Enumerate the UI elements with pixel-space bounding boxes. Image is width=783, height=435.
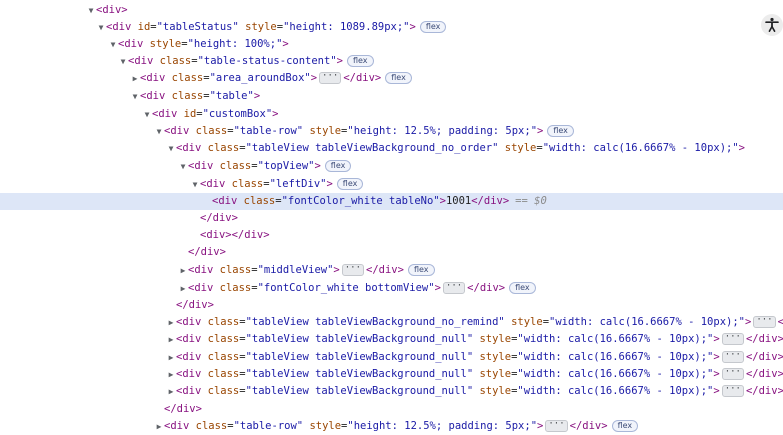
accessibility-button[interactable]	[761, 14, 783, 36]
collapsed-triangle-icon[interactable]: ▶	[166, 383, 176, 400]
expand-triangle-icon[interactable]: ▼	[108, 36, 118, 53]
dom-node-markup: <div class="table-status-content"> flex	[128, 55, 374, 67]
dom-node-row[interactable]: </div>	[0, 297, 783, 314]
dom-node-markup: <div style="height: 100%;">	[118, 38, 289, 50]
dom-node-row[interactable]: ▶ <div class="tableView tableViewBackgrou…	[0, 349, 783, 366]
dom-node-markup: </div>	[188, 246, 226, 258]
collapsed-triangle-icon[interactable]: ▶	[178, 262, 188, 279]
dom-node-row[interactable]: ▼ <div class="tableView tableViewBackgrou…	[0, 140, 783, 157]
expand-triangle-icon[interactable]: ▼	[190, 176, 200, 193]
dom-node-markup: <div id="customBox">	[152, 108, 279, 120]
dom-node-markup: <div class="tableView tableViewBackgroun…	[176, 315, 783, 328]
dom-node-markup: <div class="tableView tableViewBackgroun…	[176, 384, 783, 397]
dom-node-row[interactable]: ▼ <div class="table">	[0, 88, 783, 105]
dom-node-row[interactable]: ▼ <div class="table-row" style="height: 1…	[0, 123, 783, 140]
dom-node-row[interactable]: ▼ <div class="topView"> flex	[0, 158, 783, 175]
dom-node-row[interactable]: ▶ <div class="tableView tableViewBackgrou…	[0, 383, 783, 400]
collapsed-triangle-icon[interactable]: ▶	[166, 349, 176, 366]
dom-node-row-selected[interactable]: <div class="fontColor_white tableNo">100…	[0, 193, 783, 210]
dom-node-row[interactable]: ▼ <div style="height: 100%;">	[0, 36, 783, 53]
dom-node-row[interactable]: ▼ <div>	[0, 2, 783, 19]
collapsed-triangle-icon[interactable]: ▶	[130, 70, 140, 87]
dom-node-markup: <div class="tableView tableViewBackgroun…	[176, 142, 745, 154]
dom-node-markup: <div class="table-row" style="height: 12…	[164, 125, 574, 137]
dom-node-markup: <div id="tableStatus" style="height: 108…	[106, 21, 447, 33]
collapsed-triangle-icon[interactable]: ▶	[154, 418, 164, 435]
expand-triangle-icon[interactable]: ▼	[142, 106, 152, 123]
dom-node-markup: <div class="table-row" style="height: 12…	[164, 420, 639, 432]
collapsed-triangle-icon[interactable]: ▶	[166, 314, 176, 331]
dom-node-row[interactable]: ▼ <div class="leftDiv"> flex	[0, 176, 783, 193]
dom-node-row[interactable]: ▶ <div class="middleView"> ··· </div> flex	[0, 262, 783, 279]
dom-node-row[interactable]: ▶ <div class="area_aroundBox"> ··· </div> fl…	[0, 70, 783, 87]
dom-node-row[interactable]: ▼ <div class="table-status-content"> flex	[0, 53, 783, 70]
dom-node-markup: <div class="table">	[140, 90, 261, 102]
accessibility-icon	[762, 15, 782, 35]
dom-node-row[interactable]: ▼ <div id="customBox">	[0, 106, 783, 123]
collapsed-triangle-icon[interactable]: ▶	[178, 280, 188, 297]
collapsed-triangle-icon[interactable]: ▶	[166, 366, 176, 383]
expand-triangle-icon[interactable]: ▼	[154, 123, 164, 140]
dom-node-row[interactable]: ▶ <div class="tableView tableViewBackgrou…	[0, 314, 783, 331]
dom-node-markup: <div class="area_aroundBox"> ··· </div> fle…	[140, 72, 412, 84]
dom-node-markup: <div class="tableView tableViewBackgroun…	[176, 367, 783, 380]
dom-node-row[interactable]: </div>	[0, 210, 783, 227]
dom-node-markup: <div class="middleView"> ··· </div> flex	[188, 264, 435, 276]
dom-node-markup: <div class="fontColor_white tableNo">100…	[212, 195, 547, 207]
expand-triangle-icon[interactable]: ▼	[96, 19, 106, 36]
expand-triangle-icon[interactable]: ▼	[130, 88, 140, 105]
dom-node-markup: <div>	[96, 4, 128, 16]
dom-node-row[interactable]: ▶ <div class="table-row" style="height: 1…	[0, 418, 783, 435]
dom-node-row[interactable]: ▼ <div id="tableStatus" style="height: 10…	[0, 19, 783, 36]
dom-node-markup: </div>	[164, 403, 202, 415]
dom-node-markup: <div class="tableView tableViewBackgroun…	[176, 350, 783, 363]
dom-node-row[interactable]: <div></div>	[0, 227, 783, 244]
dom-node-markup: </div>	[200, 212, 238, 224]
dom-node-markup: <div class="leftDiv"> flex	[200, 178, 364, 190]
expand-triangle-icon[interactable]: ▼	[118, 53, 128, 70]
dom-node-markup: </div>	[176, 299, 214, 311]
expand-triangle-icon[interactable]: ▼	[178, 158, 188, 175]
dom-tree: ▼ <div> ▼ <div id="tableStatus" style="hei…	[0, 0, 783, 433]
dom-node-row[interactable]: ▶ <div class="tableView tableViewBackgrou…	[0, 331, 783, 348]
expand-triangle-icon[interactable]: ▼	[166, 140, 176, 157]
dom-node-markup: <div></div>	[200, 229, 270, 241]
dom-node-row[interactable]: </div>	[0, 401, 783, 418]
dom-node-row[interactable]: ▶ <div class="fontColor_white bottomView"…	[0, 280, 783, 297]
dom-node-markup: <div class="fontColor_white bottomView">…	[188, 282, 536, 294]
dom-node-row[interactable]: </div>	[0, 244, 783, 261]
collapsed-triangle-icon[interactable]: ▶	[166, 331, 176, 348]
dom-node-markup: <div class="topView"> flex	[188, 160, 352, 172]
dom-node-markup: <div class="tableView tableViewBackgroun…	[176, 332, 783, 345]
dom-node-row[interactable]: ▶ <div class="tableView tableViewBackgrou…	[0, 366, 783, 383]
expand-triangle-icon[interactable]: ▼	[86, 2, 96, 19]
